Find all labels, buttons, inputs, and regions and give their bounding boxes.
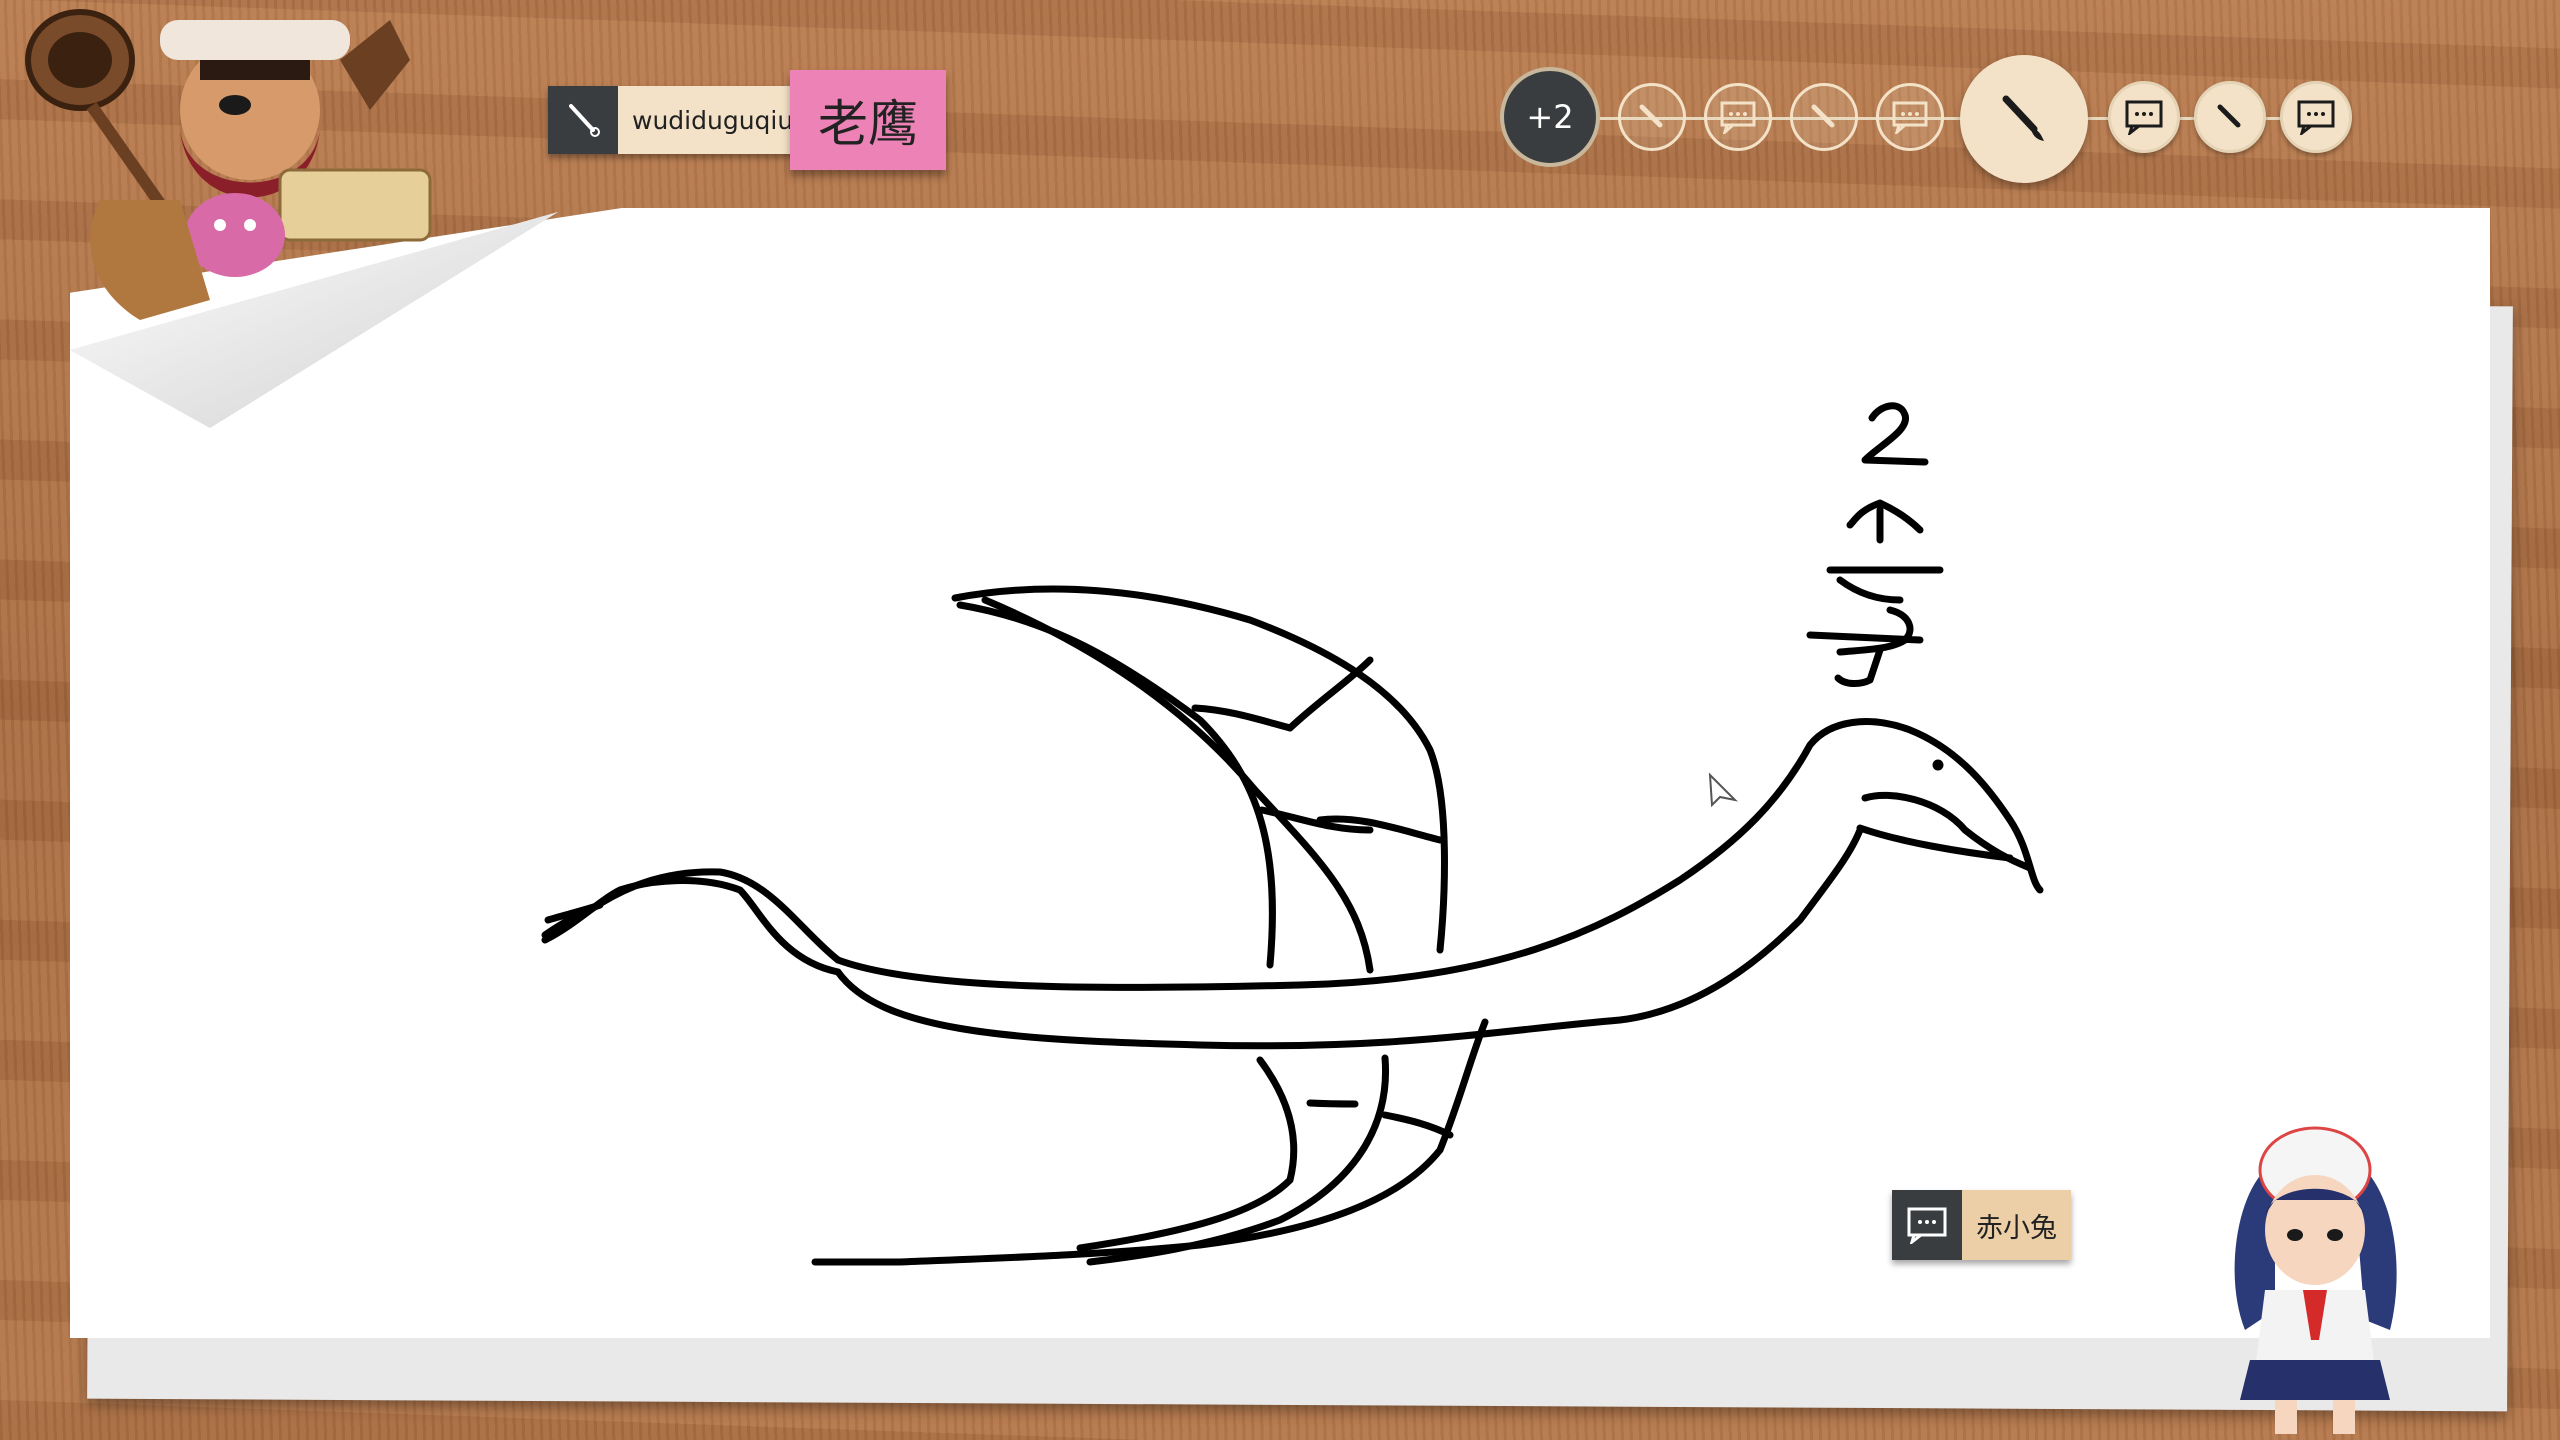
- cursor-icon: [1708, 772, 1739, 808]
- pirate-character-illustration: [25, 9, 432, 320]
- timeline-step-draw[interactable]: [1790, 83, 1858, 151]
- extra-count-badge[interactable]: +2: [1500, 67, 1600, 167]
- round-timeline: +2: [1500, 55, 2360, 185]
- brush-icon: [1639, 104, 1663, 128]
- schoolgirl-character-illustration: [2234, 1126, 2397, 1434]
- drawer-tag: wudiduguqiu: [548, 86, 808, 154]
- brush-icon: [548, 86, 618, 154]
- chat-bubble-icon: [1892, 1190, 1962, 1260]
- timeline-step-guess[interactable]: [2108, 81, 2180, 153]
- drawer-name: wudiduguqiu: [618, 86, 808, 154]
- brush-icon: [2002, 95, 2044, 141]
- chat-bubble-icon: [1720, 101, 1756, 134]
- chat-bubble-icon: [1892, 101, 1928, 134]
- chat-bubble-icon: [2125, 100, 2163, 135]
- brush-icon: [1811, 104, 1835, 128]
- prompt-word-note: 老鹰: [790, 70, 946, 170]
- timeline-step-draw[interactable]: [1618, 83, 1686, 151]
- timeline-step-guess[interactable]: [1704, 83, 1772, 151]
- timeline-step-current-draw[interactable]: [1960, 55, 2088, 183]
- chat-bubble-icon: [2297, 100, 2335, 135]
- timeline-step-guess[interactable]: [1876, 83, 1944, 151]
- timeline-step-draw[interactable]: [2194, 81, 2266, 153]
- guesser-name: 赤小兔: [1962, 1190, 2071, 1260]
- guesser-tag: 赤小兔: [1892, 1190, 2071, 1260]
- timeline-step-guess[interactable]: [2280, 81, 2352, 153]
- brush-icon: [2217, 104, 2241, 128]
